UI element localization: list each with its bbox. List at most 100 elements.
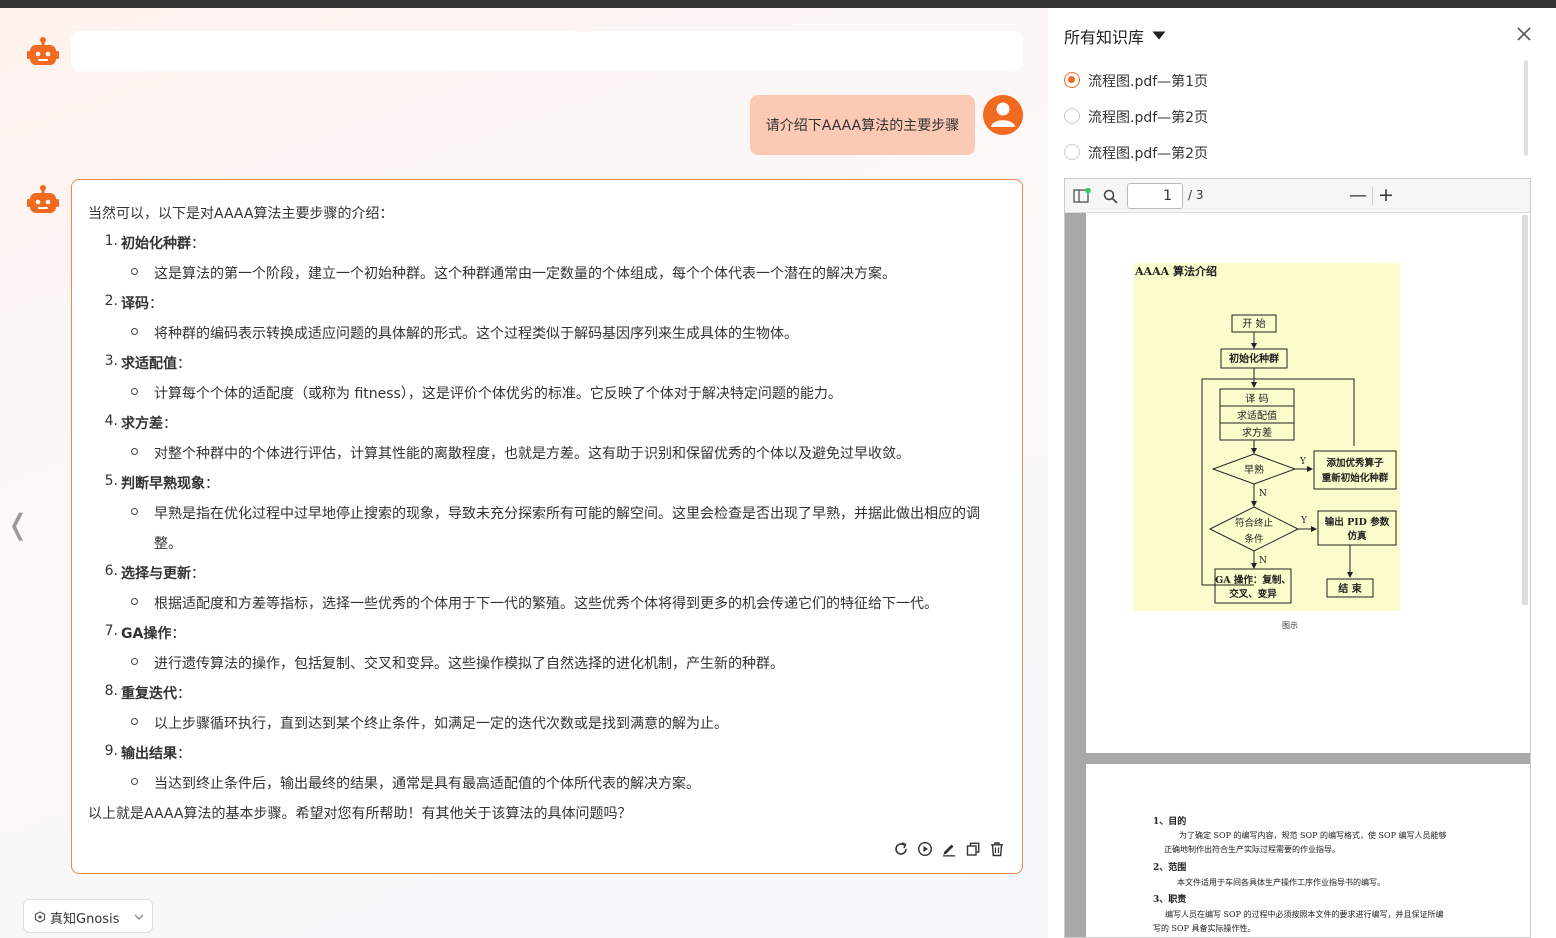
step-title: 求方差： [121,413,177,433]
step-description: 对整个种群中的个体进行评估，计算其性能的离散程度，也就是方差。这有助于识别和保留… [154,446,910,462]
node-start: 开 始 [1242,317,1265,330]
label-yes: Y [1299,457,1307,467]
step-title-text: 选择与更新 [121,566,191,582]
flowchart-figure: AAAA 算法介绍 开 始 初始化种群 译 码 求适配值 求方差 早熟 Y 添加… [1134,263,1400,611]
step-description: 进行遗传算法的操作，包括复制、交叉和变异。这些操作模拟了自然选择的进化机制，产生… [154,656,784,672]
step-colon: ： [177,356,191,372]
zoom-out-button[interactable]: — [1349,185,1367,206]
bullet-dot [131,658,138,665]
step-title-text: 判断早熟现象 [121,476,205,492]
model-selector-label: 真知Gnosis [50,912,120,927]
step-description: 计算每个个体的适配度（或称为 fitness），这是评价个体优劣的标准。它反映了… [154,386,842,402]
play-icon[interactable] [917,841,933,857]
source-label[interactable]: 流程图.pdf—第2页 [1088,143,1208,163]
page-number-input[interactable]: 1 [1127,183,1183,209]
search-icon[interactable] [1103,189,1118,204]
bullet-dot [131,448,138,455]
section-heading: 3、职责 [1153,895,1187,905]
source-radio-1[interactable] [1064,72,1080,88]
collapse-arrow-icon[interactable]: ❬ [6,508,29,541]
step-description: 这是算法的第一个阶段，建立一个初始种群。这个种群通常由一定数量的个体组成，每个个… [154,266,896,282]
label-no: N [1259,556,1267,566]
model-selector[interactable]: 真知Gnosis [23,899,153,933]
step-colon: ： [171,626,186,642]
node-output-cont: 仿真 [1347,530,1367,542]
bot-avatar-icon [27,185,59,213]
step-colon: ： [177,686,191,702]
pdf-viewer: 1 / 3 — + AAAA 算法介绍 开 始 初始化种群 译 码 求适配值 求… [1064,178,1531,938]
step-number: 9. [104,743,118,759]
node-end: 结 束 [1338,582,1362,595]
section-heading: 1、目的 [1153,817,1187,827]
close-icon[interactable] [1516,26,1532,42]
model-icon [34,911,46,923]
step-number: 5. [104,473,118,489]
node-variance: 求方差 [1242,426,1272,439]
step-description-cont: 整。 [154,536,182,552]
section-text: 本文件适用于车间各具体生产操作工序作业指导书的编写。 [1177,878,1385,887]
section-text: 写的 SOP 具备实际操作性。 [1153,924,1256,933]
flowchart-svg: AAAA 算法介绍 开 始 初始化种群 译 码 求适配值 求方差 早熟 Y 添加… [1134,264,1397,604]
step-number: 3. [104,353,118,369]
step-description: 早熟是指在优化过程中过早地停止搜索的现象，导致未充分探索所有可能的解空间。这里会… [154,506,980,522]
step-number: 8. [104,683,118,699]
sources-scrollbar[interactable] [1524,60,1528,156]
node-reinit: 重新初始化种群 [1322,472,1389,484]
bot-avatar-icon [27,37,59,65]
step-description: 将种群的编码表示转换成适应问题的具体解的形式。这个过程类似于解码基因序列来生成具… [154,326,798,342]
step-colon: ： [149,296,163,312]
page-total: / 3 [1188,188,1204,202]
bullet-dot [131,328,138,335]
step-title: 重复迭代： [121,683,191,703]
step-title: 判断早熟现象： [121,473,219,493]
step-number: 7. [104,623,118,639]
sidebar-toggle-icon[interactable] [1073,188,1091,204]
step-description: 以上步骤循环执行，直到达到某个终止条件，如满足一定的迭代次数或是找到满意的解为止… [154,716,728,732]
pdf-page-1: AAAA 算法介绍 开 始 初始化种群 译 码 求适配值 求方差 早熟 Y 添加… [1086,213,1530,753]
user-message: 请介绍下AAAA算法的主要步骤 [750,95,975,155]
step-title-text: 译码 [121,296,149,312]
bullet-dot [131,598,138,605]
refresh-icon[interactable] [893,841,909,857]
label-no: N [1259,489,1267,499]
knowledge-base-dropdown[interactable]: 所有知识库 [1064,24,1166,48]
step-number: 2. [104,293,118,309]
pdf-toolbar: 1 / 3 — + [1065,179,1530,213]
caret-down-icon [1152,31,1166,40]
node-ga-cont: 交叉、变异 [1229,588,1277,600]
chat-area: 请介绍下AAAA算法的主要步骤 当然可以，以下是对AAAA算法主要步骤的介绍： … [0,8,1048,938]
source-label[interactable]: 流程图.pdf—第2页 [1088,107,1208,127]
user-message-text: 请介绍下AAAA算法的主要步骤 [765,118,960,134]
copy-icon[interactable] [965,841,981,857]
step-title-text: 初始化种群 [121,236,191,252]
chevron-down-icon [134,914,144,920]
step-colon: ： [191,566,205,582]
source-label[interactable]: 流程图.pdf—第1页 [1088,71,1208,91]
label-yes: Y [1300,516,1308,526]
section-text: 为了确定 SOP 的编写内容，规范 SOP 的编写格式，使 SOP 编写人员能够 [1179,831,1447,840]
source-radio-2[interactable] [1064,108,1080,124]
flowchart-heading: AAAA 算法介绍 [1134,264,1217,278]
step-title: 译码： [121,293,163,313]
pdf-scrollbar[interactable] [1522,215,1528,605]
bullet-dot [131,778,138,785]
bullet-dot [131,388,138,395]
delete-icon[interactable] [989,841,1005,857]
step-description: 当达到终止条件后，输出最终的结果，通常是具有最高适配值的个体所代表的解决方案。 [154,776,700,792]
window-top-bar [0,0,1556,8]
source-radio-3[interactable] [1064,144,1080,160]
section-text: 正确地制作出符合生产实际过程需要的作业指导。 [1164,845,1340,854]
zoom-in-button[interactable]: + [1378,184,1394,206]
step-title: 选择与更新： [121,563,205,583]
toolbar-divider [1372,187,1373,205]
step-title-text: 求适配值 [121,356,177,372]
figure-caption: 图示 [1282,621,1298,630]
step-colon: ： [205,476,219,492]
step-colon: ： [163,416,177,432]
node-terminate-cont: 条件 [1244,533,1264,545]
step-title-text: 重复迭代 [121,686,177,702]
step-number: 1. [104,233,118,249]
step-number: 4. [104,413,118,429]
node-fitness: 求适配值 [1237,409,1277,422]
edit-icon[interactable] [941,841,957,857]
